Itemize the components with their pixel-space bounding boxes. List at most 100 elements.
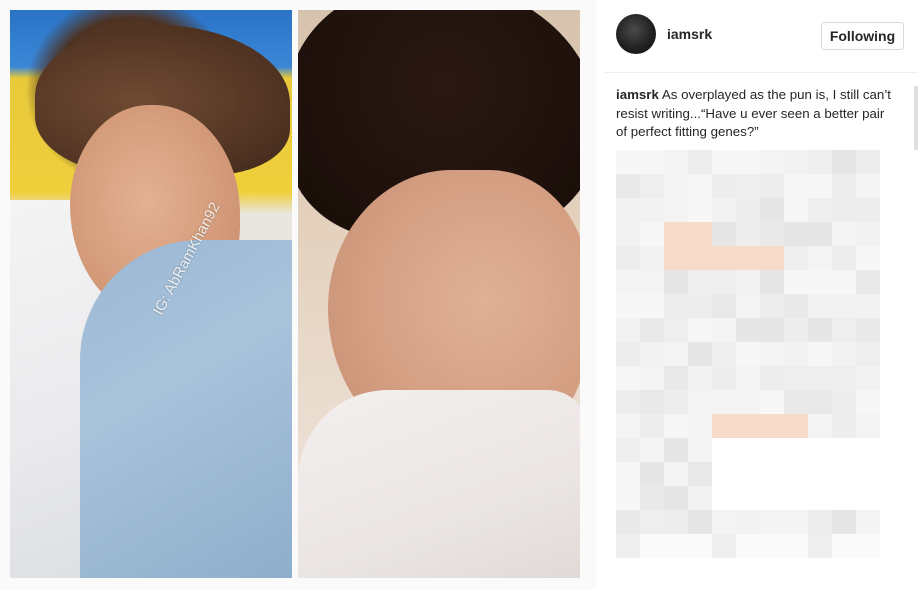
blur-cell [736,270,760,294]
blur-cell [616,414,640,438]
blur-cell [688,270,712,294]
blur-cell [856,198,880,222]
blur-cell [616,198,640,222]
username-link[interactable]: iamsrk [667,26,712,42]
blur-cell [736,150,760,174]
blur-cell [712,270,736,294]
post-photo[interactable]: IG: AbRamKhan92 [0,0,596,590]
blur-cell [832,246,856,270]
blur-cell [856,174,880,198]
blur-cell [664,438,688,462]
blur-cell [616,222,640,246]
blur-cell [616,366,640,390]
blur-cell [640,174,664,198]
blur-cell [856,414,880,438]
blur-cell [856,294,880,318]
blur-cell [616,438,640,462]
blur-cell [688,198,712,222]
following-button[interactable]: Following [821,22,904,50]
blur-cell [856,270,880,294]
blur-cell [616,246,640,270]
blur-cell [664,414,688,438]
blur-cell [736,342,760,366]
blur-cell [688,534,712,558]
blur-cell [616,462,640,486]
blur-cell [808,150,832,174]
blur-cell [712,198,736,222]
blur-cell [640,198,664,222]
blur-cell [832,342,856,366]
blur-cell [808,294,832,318]
blur-cell [688,366,712,390]
blur-cell [784,246,808,270]
photo-left-child: IG: AbRamKhan92 [10,10,292,578]
blur-cell [664,486,688,510]
blur-cell [808,534,832,558]
blur-cell [808,222,832,246]
blur-cell [808,414,832,438]
blur-cell [784,150,808,174]
blur-cell [712,342,736,366]
post-header: iamsrk Following [604,0,918,73]
post-caption: iamsrk As overplayed as the pun is, I st… [616,86,896,142]
blur-cell [760,390,784,414]
blur-cell [664,198,688,222]
blur-cell [688,390,712,414]
blur-cell [736,222,760,246]
blur-cell [688,486,712,510]
blur-cell [784,318,808,342]
blur-cell [616,174,640,198]
blur-cell [832,294,856,318]
blur-cell [856,390,880,414]
blur-cell [616,390,640,414]
blur-cell [760,246,784,270]
blur-cell [856,534,880,558]
blur-cell [808,246,832,270]
blur-cell [808,390,832,414]
comments-scrollbar[interactable] [914,86,918,150]
blur-cell [616,534,640,558]
blur-cell [640,294,664,318]
blur-cell [832,534,856,558]
blur-cell [664,342,688,366]
blur-cell [640,270,664,294]
blur-cell [760,414,784,438]
blur-cell [832,318,856,342]
blur-cell [808,198,832,222]
blur-cell [784,294,808,318]
blur-cell [688,438,712,462]
blur-cell [712,318,736,342]
blur-cell [664,174,688,198]
blur-cell [664,534,688,558]
caption-username[interactable]: iamsrk [616,87,659,102]
blur-cell [712,534,736,558]
blur-cell [808,270,832,294]
blur-cell [640,414,664,438]
blur-cell [640,318,664,342]
blur-cell [784,414,808,438]
blur-cell [664,510,688,534]
blur-cell [640,342,664,366]
blur-cell [640,510,664,534]
blur-cell [712,246,736,270]
blurred-comments [616,150,881,580]
blur-cell [688,294,712,318]
blur-cell [688,318,712,342]
avatar[interactable] [616,14,656,54]
blur-cell [760,510,784,534]
blur-cell [832,366,856,390]
blur-cell [712,510,736,534]
blur-cell [832,222,856,246]
blur-cell [760,222,784,246]
blur-cell [688,246,712,270]
blur-cell [640,486,664,510]
blur-cell [688,462,712,486]
blur-cell [856,150,880,174]
blur-cell [760,150,784,174]
blur-cell [784,390,808,414]
blur-cell [784,198,808,222]
blur-cell [856,342,880,366]
blur-cell [640,390,664,414]
blur-cell [616,510,640,534]
blur-cell [736,174,760,198]
